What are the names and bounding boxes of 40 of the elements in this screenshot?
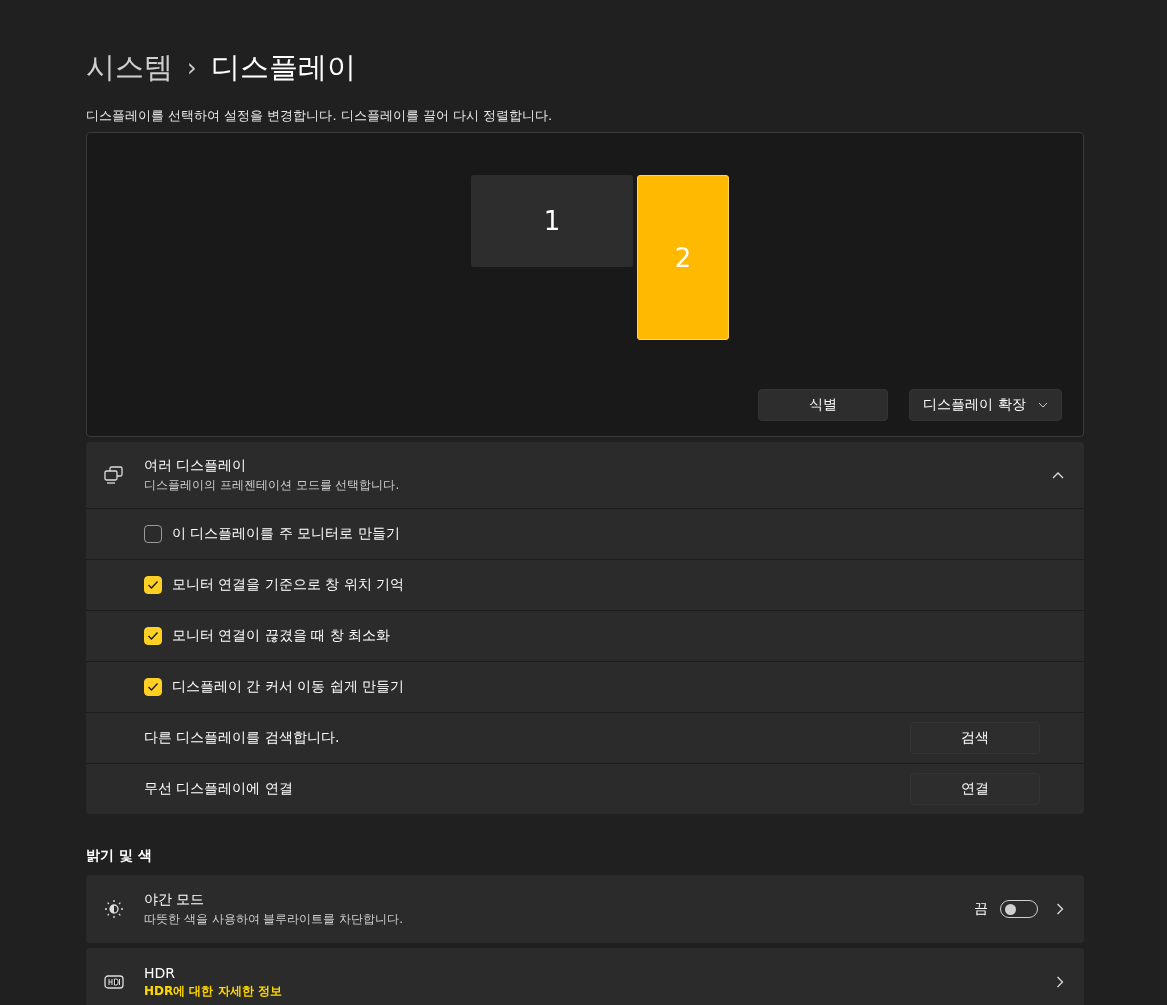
checkmark-icon [147, 631, 159, 641]
checkmark-icon [147, 682, 159, 692]
card-title: HDR [144, 964, 177, 981]
checkbox[interactable] [144, 525, 162, 543]
checkbox[interactable] [144, 627, 162, 645]
multiple-displays-header[interactable]: 여러 디스플레이 디스플레이의 프레젠테이션 모드를 선택합니다. [86, 442, 1084, 509]
toggle-state-label: 끔 [974, 900, 988, 918]
breadcrumb-separator: › [187, 54, 197, 82]
checkbox[interactable] [144, 576, 162, 594]
identify-button[interactable]: 식별 [758, 389, 888, 421]
chevron-right-icon [1056, 976, 1064, 988]
sun-moon-icon [104, 899, 124, 919]
settings-card[interactable]: HDR HDR에 대한 자세한 정보 [86, 948, 1084, 1005]
chevron-down-icon [1037, 402, 1048, 408]
hdr-icon [104, 975, 124, 989]
page-title: 디스플레이 [210, 49, 356, 86]
checkbox[interactable] [144, 678, 162, 696]
display-mode-dropdown[interactable]: 디스플레이 확장 [909, 389, 1062, 421]
monitors-icon [104, 466, 124, 484]
checkbox-label: 모니터 연결이 끊겼을 때 창 최소화 [172, 627, 392, 645]
checkbox-label: 모니터 연결을 기준으로 창 위치 기억 [172, 576, 406, 594]
description-text: 디스플레이를 선택하여 설정을 변경합니다. 디스플레이를 끌어 다시 정렬합니다. [86, 107, 554, 125]
checkmark-icon [147, 580, 159, 590]
section-subtitle: 디스플레이의 프레젠테이션 모드를 선택합니다. [144, 476, 401, 494]
action-button[interactable]: 검색 [910, 722, 1040, 754]
card-title: 야간 모드 [144, 890, 206, 909]
checkbox-label: 디스플레이 간 커서 이동 쉽게 만들기 [172, 678, 406, 696]
section-heading: 밝기 및 색 [86, 847, 153, 865]
setting-label: 다른 디스플레이를 검색합니다. [144, 729, 341, 747]
action-button[interactable]: 연결 [910, 773, 1040, 805]
breadcrumb-parent[interactable]: 시스템 [86, 48, 173, 88]
card-subtitle: 따뜻한 색을 사용하여 블루라이트를 차단합니다. [144, 910, 405, 928]
chevron-icon[interactable] [1052, 471, 1064, 479]
monitor-tile[interactable]: 1 [471, 175, 633, 267]
setting-label: 무선 디스플레이에 연결 [144, 780, 294, 798]
section-title: 여러 디스플레이 [144, 456, 248, 475]
chevron-right-icon [1056, 903, 1064, 915]
checkbox-label: 이 디스플레이를 주 모니터로 만들기 [172, 525, 401, 543]
settings-card[interactable]: 야간 모드 따뜻한 색을 사용하여 블루라이트를 차단합니다. 끔 [86, 875, 1084, 943]
hdr-info-link[interactable]: HDR에 대한 자세한 정보 [144, 982, 1056, 1000]
